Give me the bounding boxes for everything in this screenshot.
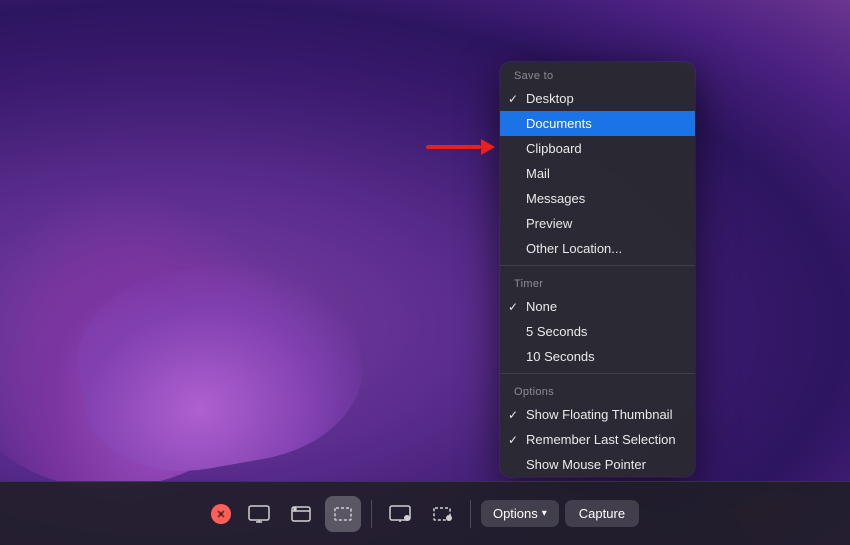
video-screen-icon[interactable] (382, 496, 418, 532)
save-to-section-label: Save to (500, 62, 695, 86)
options-section-label: Options (500, 378, 695, 402)
capture-label: Capture (579, 506, 625, 521)
window-icon (290, 503, 312, 525)
options-label: Options (493, 506, 538, 521)
capture-button[interactable]: Capture (565, 500, 639, 527)
menu-item-messages[interactable]: Messages (500, 186, 695, 211)
divider-2 (500, 373, 695, 374)
monitor-icon (248, 503, 270, 525)
toolbar-separator-1 (371, 500, 372, 528)
menu-item-desktop[interactable]: ✓ Desktop (500, 86, 695, 111)
menu-item-other-location[interactable]: Other Location... (500, 236, 695, 261)
toolbar-close-button[interactable] (211, 504, 231, 524)
video-screen-svg (389, 503, 411, 525)
menu-item-5-seconds[interactable]: 5 Seconds (500, 319, 695, 344)
menu-item-documents[interactable]: Documents (500, 111, 695, 136)
selection-capture-icon[interactable] (325, 496, 361, 532)
video-selection-svg (431, 503, 453, 525)
menu-item-preview[interactable]: Preview (500, 211, 695, 236)
divider-1 (500, 265, 695, 266)
options-button[interactable]: Options ▾ (481, 500, 559, 527)
screenshot-toolbar: Options ▾ Capture (0, 481, 850, 545)
documents-arrow (426, 139, 495, 155)
timer-section-label: Timer (500, 270, 695, 294)
menu-item-mail[interactable]: Mail (500, 161, 695, 186)
menu-item-none[interactable]: ✓ None (500, 294, 695, 319)
checkmark-none: ✓ (508, 300, 518, 314)
chevron-down-icon: ▾ (542, 508, 547, 519)
checkmark-remember-last: ✓ (508, 433, 518, 447)
desktop-background (0, 0, 850, 545)
checkmark-desktop: ✓ (508, 92, 518, 106)
close-icon (216, 509, 226, 519)
selection-icon (332, 503, 354, 525)
fullscreen-capture-icon[interactable] (241, 496, 277, 532)
menu-item-clipboard[interactable]: Clipboard (500, 136, 695, 161)
video-selection-icon[interactable] (424, 496, 460, 532)
toolbar-separator-2 (470, 500, 471, 528)
menu-item-show-floating-thumbnail[interactable]: ✓ Show Floating Thumbnail (500, 402, 695, 427)
checkmark-floating-thumbnail: ✓ (508, 408, 518, 422)
context-menu: Save to ✓ Desktop Documents Clipboard Ma… (500, 62, 695, 477)
menu-item-remember-last-selection[interactable]: ✓ Remember Last Selection (500, 427, 695, 452)
window-capture-icon[interactable] (283, 496, 319, 532)
menu-item-10-seconds[interactable]: 10 Seconds (500, 344, 695, 369)
menu-item-show-mouse-pointer[interactable]: Show Mouse Pointer (500, 452, 695, 477)
